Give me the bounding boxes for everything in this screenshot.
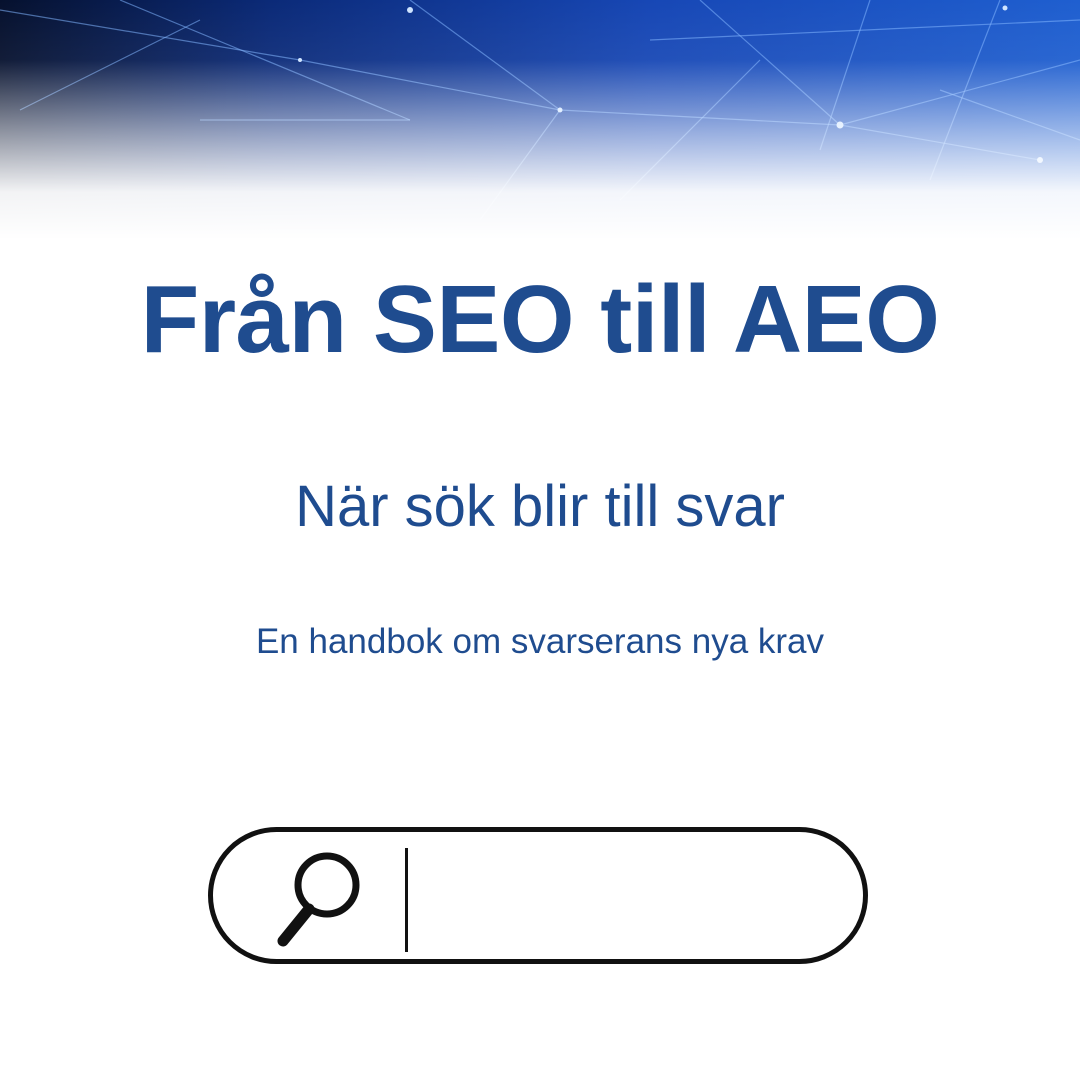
network-banner-image [0, 0, 1080, 240]
cover-page: Från SEO till AEO När sök blir till svar… [0, 0, 1080, 1080]
search-icon[interactable] [273, 845, 369, 955]
search-input[interactable] [403, 842, 823, 949]
search-bar[interactable] [208, 827, 868, 964]
tagline: En handbok om svarserans nya krav [255, 622, 825, 661]
page-title: Från SEO till AEO [140, 266, 940, 373]
subtitle: När sök blir till svar [295, 474, 785, 539]
